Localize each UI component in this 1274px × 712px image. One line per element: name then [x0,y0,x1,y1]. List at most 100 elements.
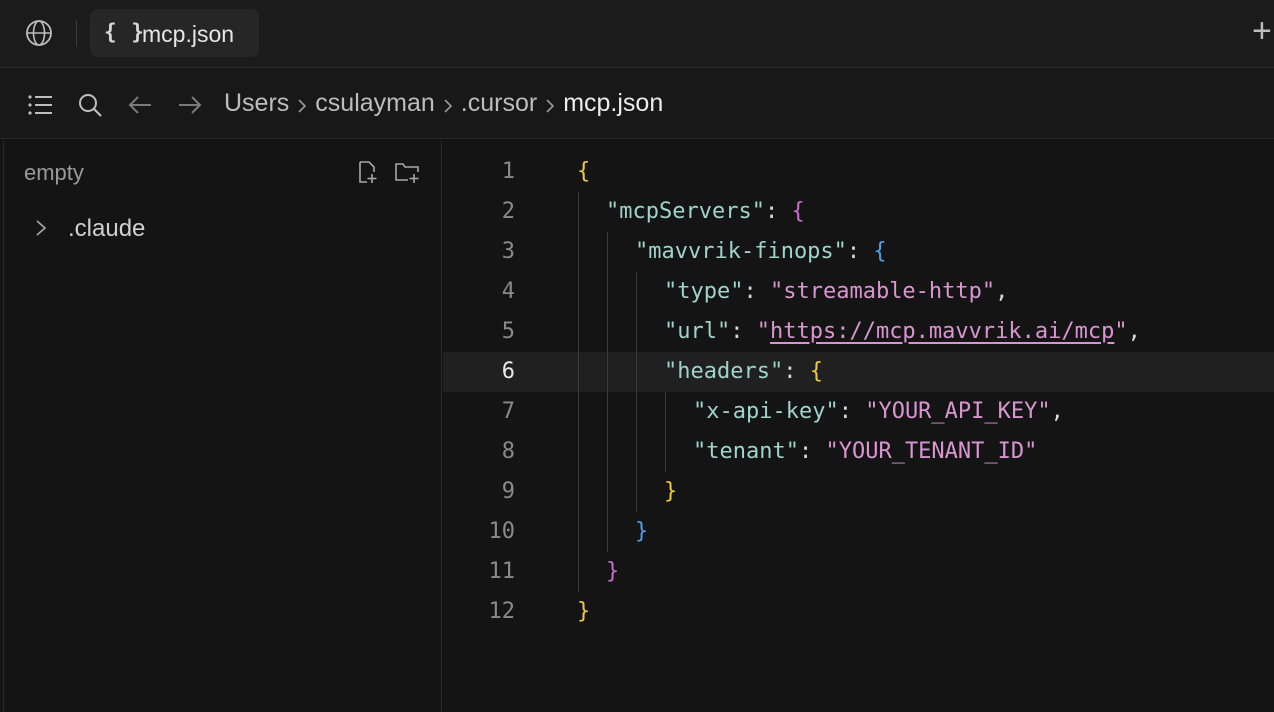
code-token: "type" [664,279,744,304]
code-token: : [764,199,792,224]
code-line[interactable]: 5 "url": "https://mcp.mavvrik.ai/mcp", [443,312,1274,352]
outline-list-icon[interactable] [26,91,54,119]
code-text: { [577,152,590,192]
code-line[interactable]: 2 "mcpServers": { [443,192,1274,232]
line-number: 1 [501,159,515,184]
code-text: "url": "https://mcp.mavvrik.ai/mcp", [664,312,1141,352]
code-line[interactable]: 9} [443,472,1274,512]
code-text: "mcpServers": { [606,192,805,232]
code-line[interactable]: 1{ [443,152,1274,192]
code-text: } [606,552,619,592]
code-token: : [783,359,810,384]
code-token: } [635,519,649,544]
code-token: : [798,439,826,464]
code-token: "x-api-key" [693,399,839,424]
code-token: , [995,279,1009,304]
code-token: " [756,319,770,344]
code-token: "mavvrik-finops" [635,239,847,264]
code-text: } [664,472,677,512]
code-text: } [635,512,648,552]
line-number: 2 [501,199,515,224]
line-number: 3 [501,239,515,264]
code-token: : [838,399,866,424]
code-text: "type": "streamable-http", [664,272,1008,312]
code-token: "tenant" [693,439,799,464]
breadcrumb: Users csulayman .cursor mcp.json [224,89,663,118]
braces-icon: { } [104,20,145,44]
code-token: { [791,199,805,224]
tab-mcp-json[interactable]: { } mcp.json [90,9,259,57]
code-token: , [1050,399,1064,424]
code-token: } [606,559,620,584]
code-token: "headers" [664,359,784,384]
code-token: { [809,359,823,384]
code-token: " [1114,319,1128,344]
code-token: : [730,319,757,344]
code-line[interactable]: 11} [443,552,1274,592]
title-separator [76,20,77,46]
line-number: 7 [501,399,515,424]
code-token: "YOUR_TENANT_ID" [825,439,1038,464]
arrow-forward-icon[interactable] [176,91,204,119]
indent-guide [578,192,579,592]
line-number: 12 [488,599,516,624]
chevron-right-icon [546,98,555,113]
code-token: } [577,599,591,624]
breadcrumb-cursor[interactable]: .cursor [461,89,537,118]
code-line[interactable]: 3 "mavvrik-finops": { [443,232,1274,272]
code-token: } [664,479,678,504]
code-text: "mavvrik-finops": { [635,232,887,272]
chevron-right-icon [444,98,452,113]
code-text: } [577,592,590,632]
code-text: "x-api-key": "YOUR_API_KEY", [693,392,1064,432]
code-token: "YOUR_API_KEY" [865,399,1051,424]
code-token: "mcpServers" [606,199,765,224]
line-number: 6 [501,359,515,384]
code-text: "tenant": "YOUR_TENANT_ID" [693,432,1037,472]
code-token: { [873,239,887,264]
code-token: : [743,279,770,304]
code-editor[interactable]: 1{2 "mcpServers": {3 "mavvrik-finops": {4 "… [443,140,1274,712]
window-left-edge [3,140,4,712]
search-icon[interactable] [76,91,104,119]
title-bar: { } mcp.json + [0,0,1274,68]
code-line[interactable]: 7 "x-api-key": "YOUR_API_KEY", [443,392,1274,432]
tab-label: mcp.json [142,21,235,47]
code-token: "streamable-http" [769,279,996,304]
new-folder-icon[interactable] [394,160,420,184]
new-tab-plus-icon[interactable]: + [1252,14,1272,48]
code-token: { [577,159,591,184]
line-number: 5 [501,319,515,344]
breadcrumb-csulayman[interactable]: csulayman [315,89,435,118]
code-line[interactable]: 10} [443,512,1274,552]
indent-guide [636,272,637,512]
line-number: 8 [501,439,515,464]
line-number: 11 [488,559,516,584]
line-number: 10 [488,519,516,544]
globe-icon[interactable] [25,19,53,47]
code-token[interactable]: https://mcp.mavvrik.ai/mcp [770,319,1114,344]
file-explorer: empty .claude [0,140,442,712]
chevron-right-icon [298,98,307,113]
code-token: "url" [664,319,731,344]
indent-guide [607,232,608,552]
tree-item-label: .claude [68,215,146,242]
indent-guide [665,392,666,472]
breadcrumb-users[interactable]: Users [224,89,289,118]
line-number: 4 [501,279,515,304]
code-line[interactable]: 4 "type": "streamable-http", [443,272,1274,312]
arrow-back-icon[interactable] [126,91,154,119]
code-token: : [846,239,874,264]
code-line[interactable]: 12} [443,592,1274,632]
breadcrumb-mcp-json[interactable]: mcp.json [563,89,663,118]
explorer-title: empty [24,160,84,185]
new-file-icon[interactable] [355,160,379,184]
tree-item-claude[interactable]: .claude [30,212,430,246]
code-token: , [1127,319,1141,344]
navigation-bar: Users csulayman .cursor mcp.json [0,69,1274,139]
code-line[interactable]: 8 "tenant": "YOUR_TENANT_ID" [443,432,1274,472]
chevron-right-icon[interactable] [34,218,48,238]
code-text: "headers": { [664,352,823,392]
line-number: 9 [501,479,515,504]
code-line[interactable]: 6 "headers": { [443,352,1274,392]
